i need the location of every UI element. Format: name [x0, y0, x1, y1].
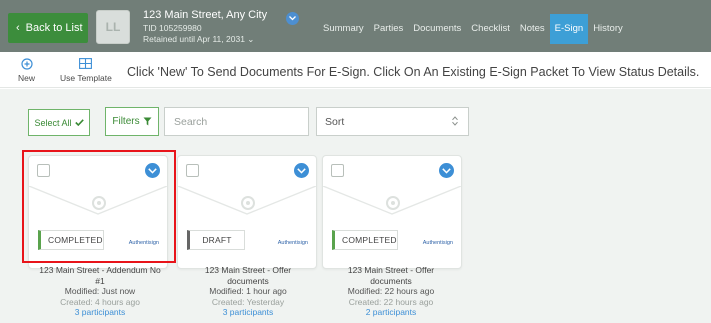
- authentisign-logo: Authentisign: [277, 240, 308, 246]
- chevron-left-icon: ‹: [16, 22, 20, 34]
- packet-created: Created: 4 hours ago: [60, 296, 140, 307]
- packet-modified: Modified: 1 hour ago: [209, 286, 287, 296]
- app-window: ‹ Back to List LL 123 Main Street, Any C…: [0, 0, 711, 323]
- packet-modified: Modified: Just now: [64, 286, 136, 296]
- new-button[interactable]: New: [18, 57, 35, 83]
- participants-link[interactable]: 2 participants: [316, 307, 466, 318]
- packet-title-line2[interactable]: documents: [173, 276, 323, 287]
- sort-select[interactable]: Sort: [316, 107, 469, 136]
- participants-link[interactable]: 3 participants: [25, 307, 175, 318]
- chevron-down-icon: [442, 168, 451, 174]
- transaction-id: TID 105259980: [143, 23, 202, 33]
- packet-details: 123 Main Street - Addendum No #1 Modifie…: [25, 265, 175, 318]
- status-badge: COMPLETED: [332, 230, 398, 250]
- packet-modified: Modified: 22 hours ago: [347, 286, 435, 296]
- transaction-header: ‹ Back to List LL 123 Main Street, Any C…: [0, 0, 711, 52]
- chevron-down-icon: [297, 168, 306, 174]
- use-template-button[interactable]: Use Template: [60, 57, 112, 83]
- packet-title-line2[interactable]: documents: [316, 276, 466, 287]
- search-input[interactable]: [164, 107, 309, 136]
- tab-documents[interactable]: Documents: [408, 22, 466, 44]
- esign-toolbar: New Use Template Click 'New' To Send Doc…: [0, 52, 711, 88]
- select-all-button[interactable]: Select All: [28, 109, 90, 136]
- filters-button[interactable]: Filters: [105, 107, 159, 136]
- back-to-list-label: Back to List: [25, 22, 83, 34]
- sort-label: Sort: [325, 115, 345, 128]
- tab-e-sign[interactable]: E-Sign: [549, 14, 589, 44]
- filters-label: Filters: [112, 116, 140, 127]
- packet-title-line2[interactable]: #1: [25, 276, 175, 287]
- property-address: 123 Main Street, Any City: [143, 9, 268, 21]
- retention-dropdown[interactable]: Retained until Apr 11, 2031 ⌄: [143, 34, 254, 45]
- packet-checkbox[interactable]: [186, 164, 199, 177]
- tab-history[interactable]: History: [588, 22, 628, 44]
- sort-arrows-icon: [452, 116, 458, 126]
- filter-bar: Select All Filters Sort: [0, 89, 711, 144]
- plus-circle-icon: [20, 57, 33, 70]
- authentisign-logo: Authentisign: [422, 240, 453, 246]
- esign-packet-card[interactable]: COMPLETED Authentisign: [322, 155, 462, 269]
- transaction-thumbnail[interactable]: LL: [96, 10, 130, 44]
- packet-title[interactable]: 123 Main Street - Offer: [173, 265, 323, 276]
- packet-menu-button[interactable]: [439, 163, 454, 178]
- esign-packet-card[interactable]: DRAFT Authentisign: [177, 155, 317, 269]
- packet-menu-button[interactable]: [294, 163, 309, 178]
- filter-funnel-icon: [143, 117, 152, 126]
- back-to-list-button[interactable]: ‹ Back to List: [8, 13, 88, 43]
- select-all-label: Select All: [34, 117, 72, 128]
- participants-link[interactable]: 3 participants: [173, 307, 323, 318]
- tab-summary[interactable]: Summary: [318, 22, 369, 44]
- packet-created: Created: 22 hours ago: [348, 296, 434, 307]
- highlight-annotation: [22, 150, 176, 263]
- envelope-seal-icon: [241, 196, 255, 210]
- check-icon: [74, 119, 84, 126]
- esign-instructions: Click 'New' To Send Documents For E-Sign…: [127, 65, 700, 79]
- thumbnail-text: LL: [105, 20, 121, 34]
- address-dropdown-button[interactable]: [286, 12, 299, 25]
- tab-checklist[interactable]: Checklist: [466, 22, 515, 44]
- template-icon: [79, 57, 93, 70]
- new-label: New: [18, 73, 36, 83]
- tab-parties[interactable]: Parties: [369, 22, 409, 44]
- packet-title[interactable]: 123 Main Street - Addendum No: [25, 265, 175, 276]
- packet-title[interactable]: 123 Main Street - Offer: [316, 265, 466, 276]
- packet-created: Created: Yesterday: [211, 296, 285, 307]
- status-badge: DRAFT: [187, 230, 245, 250]
- packet-checkbox[interactable]: [331, 164, 344, 177]
- packet-details: 123 Main Street - Offer documents Modifi…: [316, 265, 466, 318]
- packet-details: 123 Main Street - Offer documents Modifi…: [173, 265, 323, 318]
- tab-notes[interactable]: Notes: [515, 22, 550, 44]
- use-template-label: Use Template: [60, 73, 112, 83]
- transaction-tabs: Summary Parties Documents Checklist Note…: [318, 14, 628, 44]
- envelope-seal-icon: [386, 196, 400, 210]
- chevron-down-icon: [289, 16, 296, 21]
